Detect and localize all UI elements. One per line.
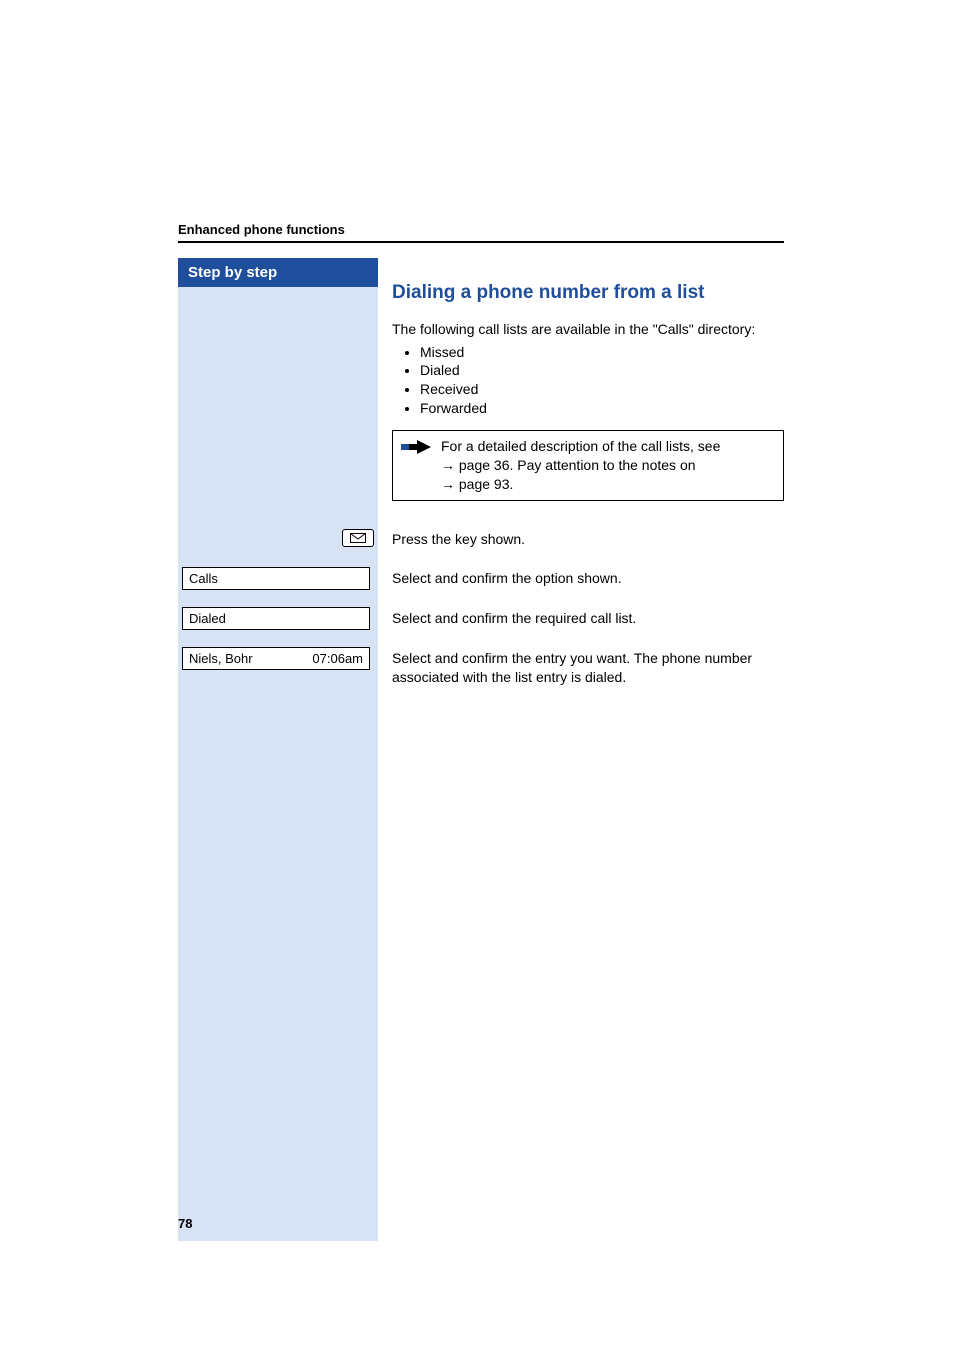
display-entry: Niels, Bohr 07:06am [182, 647, 370, 670]
left-column: Step by step [178, 258, 378, 1241]
step-by-step-header: Step by step [178, 258, 378, 287]
note-ref-2: page 93. [455, 476, 513, 492]
call-lists-bullets: Missed Dialed Received Forwarded [392, 343, 784, 419]
step-key-left [178, 529, 378, 547]
step-calls-text: Select and confirm the option shown. [392, 569, 784, 588]
step-dialed-text: Select and confirm the required call lis… [392, 609, 784, 628]
bullet-missed: Missed [420, 343, 784, 362]
display-calls-label: Calls [189, 571, 218, 586]
content-columns: Step by step Dialing a phone number from… [178, 258, 784, 1241]
display-entry-time: 07:06am [312, 651, 363, 666]
bullet-dialed: Dialed [420, 361, 784, 380]
step-calls-left: Calls [178, 567, 378, 590]
step-dialed-left: Dialed [178, 607, 378, 630]
note-arrow-1: → [441, 457, 455, 473]
bullet-received: Received [420, 380, 784, 399]
envelope-key-icon [342, 529, 374, 547]
step-key-text: Press the key shown. [392, 530, 784, 549]
display-dialed: Dialed [182, 607, 370, 630]
display-dialed-label: Dialed [189, 611, 226, 626]
step-entry-left: Niels, Bohr 07:06am [178, 647, 378, 670]
note-arrow-2: → [441, 476, 455, 492]
note-text: For a detailed description of the call l… [441, 437, 775, 494]
bullet-forwarded: Forwarded [420, 399, 784, 418]
display-entry-name: Niels, Bohr [189, 651, 253, 666]
page: Enhanced phone functions Step by step Di… [0, 0, 954, 1351]
display-calls: Calls [182, 567, 370, 590]
running-head: Enhanced phone functions [178, 222, 784, 243]
right-column: Dialing a phone number from a list The f… [378, 258, 784, 1241]
section-heading: Dialing a phone number from a list [392, 280, 784, 306]
note-box: For a detailed description of the call l… [392, 430, 784, 501]
note-ref-1: page 36. Pay attention to the notes on [455, 457, 696, 473]
step-entry-text: Select and confirm the entry you want. T… [392, 649, 784, 687]
note-arrow-icon [401, 437, 431, 457]
page-number: 78 [178, 1216, 192, 1231]
note-line1-prefix: For a detailed description of the call l… [441, 438, 720, 454]
intro-paragraph: The following call lists are available i… [392, 320, 784, 339]
